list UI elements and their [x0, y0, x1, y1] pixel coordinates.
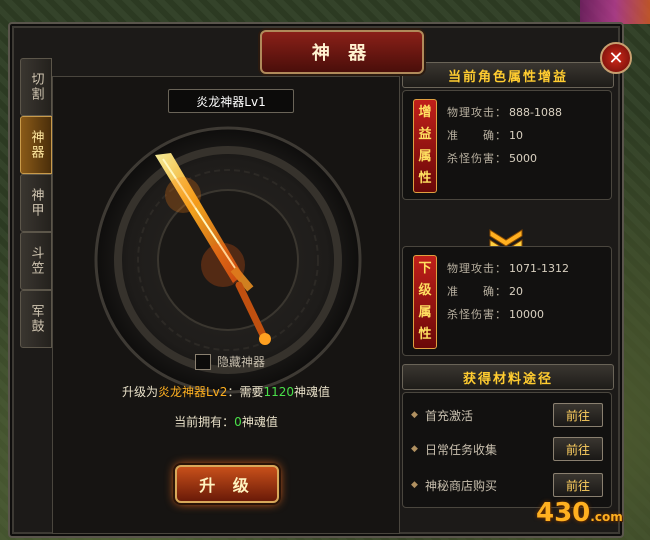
tab-label: 切割: [28, 72, 44, 102]
upgrade-suffix: 神魂值: [294, 385, 331, 399]
source-item: ◆ 神秘商店购买 前往: [411, 473, 603, 497]
upgrade-prefix: 升级为: [121, 385, 158, 399]
go-button[interactable]: 前往: [553, 473, 603, 497]
artifact-name: 炎龙神器Lv1: [168, 89, 294, 113]
upgrade-mid: ：需要: [227, 385, 264, 399]
own-value: 0: [234, 415, 242, 429]
current-stats-box: 增 益 属 性 物理攻击： 888-1088 准 确： 10 杀怪伤害： 5000: [402, 90, 612, 200]
stat-value: 20: [509, 285, 523, 298]
tab-cut[interactable]: 切割: [20, 58, 52, 116]
tab-label: 军鼓: [28, 304, 44, 334]
stat-row: 杀怪伤害： 10000: [447, 303, 569, 326]
tab-label: 斗笠: [28, 246, 44, 276]
stat-key: 杀怪伤害：: [447, 152, 507, 165]
hide-artifact-checkbox[interactable]: [195, 353, 211, 370]
tab-drum[interactable]: 军鼓: [20, 290, 52, 348]
badge-char: 属: [418, 149, 432, 164]
stat-row: 杀怪伤害： 5000: [447, 147, 562, 170]
tab-label: 神甲: [28, 188, 44, 218]
badge-char: 性: [418, 171, 432, 186]
next-artifact-name: 炎龙神器Lv2: [158, 385, 228, 399]
material-source-header: 获得材料途径: [402, 364, 614, 390]
source-item: ◆ 首充激活 前往: [411, 403, 603, 427]
diamond-icon: ◆: [411, 410, 418, 420]
close-icon[interactable]: ✕: [608, 48, 623, 69]
tab-armor[interactable]: 神甲: [20, 174, 52, 232]
stat-value: 10: [509, 129, 523, 142]
source-label: 神秘商店购买: [425, 478, 498, 493]
badge-char: 下: [418, 261, 432, 276]
tab-label: 神器: [28, 130, 44, 160]
stat-key: 物理攻击：: [447, 106, 507, 119]
source-label: 首充激活: [425, 408, 474, 423]
own-prefix: 当前拥有：: [174, 415, 235, 429]
badge-char: 属: [418, 305, 432, 320]
current-owned: 当前拥有：0神魂值: [53, 413, 399, 430]
stat-key: 准 确：: [447, 129, 507, 142]
stat-value: 888-1088: [509, 106, 562, 119]
site-logo: 430.com: [536, 498, 623, 528]
hide-artifact-row: 隐藏神器: [195, 353, 265, 370]
close-button[interactable]: ✕: [600, 42, 632, 74]
window-title: 神 器: [260, 30, 424, 74]
tab-artifact[interactable]: 神器: [20, 116, 52, 174]
stat-value: 1071-1312: [509, 262, 569, 275]
badge-char: 益: [418, 127, 432, 142]
stat-row: 物理攻击： 888-1088: [447, 101, 562, 124]
badge-char: 增: [418, 105, 432, 120]
bonus-badge: 增 益 属 性: [413, 99, 437, 193]
material-source-box: ◆ 首充激活 前往 ◆ 日常任务收集 前往 ◆ 神秘商店购买 前往: [402, 392, 612, 508]
badge-char: 级: [418, 283, 432, 298]
next-level-badge: 下 级 属 性: [413, 255, 437, 349]
logo-main: 430: [536, 498, 591, 528]
diamond-icon: ◆: [411, 444, 418, 454]
stat-key: 准 确：: [447, 285, 507, 298]
world-effect: [580, 0, 650, 24]
go-button[interactable]: 前往: [553, 437, 603, 461]
source-item: ◆ 日常任务收集 前往: [411, 437, 603, 461]
next-stat-list: 物理攻击： 1071-1312 准 确： 20 杀怪伤害： 10000: [447, 257, 569, 326]
logo-suffix: .com: [590, 510, 623, 524]
next-stats-box: 下 级 属 性 物理攻击： 1071-1312 准 确： 20 杀怪伤害： 10000: [402, 246, 612, 356]
upgrade-button[interactable]: 升 级: [175, 465, 279, 503]
own-suffix: 神魂值: [241, 415, 278, 429]
current-bonus-header: 当前角色属性增益: [402, 62, 614, 88]
stat-value: 5000: [509, 152, 537, 165]
badge-char: 性: [418, 327, 432, 342]
stat-row: 物理攻击： 1071-1312: [447, 257, 569, 280]
stat-row: 准 确： 20: [447, 280, 569, 303]
go-button[interactable]: 前往: [553, 403, 603, 427]
artifact-window: 神 器 ✕ 切割 神器 神甲 斗笠 军鼓 炎龙神器Lv1 隐藏神器 升级为炎龙神…: [8, 22, 632, 538]
tab-hat[interactable]: 斗笠: [20, 232, 52, 290]
hide-artifact-label: 隐藏神器: [217, 355, 266, 369]
source-label: 日常任务收集: [425, 442, 498, 457]
stat-row: 准 确： 10: [447, 124, 562, 147]
required-amount: 1120: [263, 385, 294, 399]
stat-key: 杀怪伤害：: [447, 308, 507, 321]
stat-key: 物理攻击：: [447, 262, 507, 275]
artifact-display-panel: 炎龙神器Lv1 隐藏神器 升级为炎龙神器Lv2：需要1120神魂值 当前拥有：0…: [52, 76, 400, 534]
upgrade-requirement: 升级为炎龙神器Lv2：需要1120神魂值: [53, 383, 399, 400]
current-stat-list: 物理攻击： 888-1088 准 确： 10 杀怪伤害： 5000: [447, 101, 562, 170]
stat-value: 10000: [509, 308, 544, 321]
diamond-icon: ◆: [411, 480, 418, 490]
